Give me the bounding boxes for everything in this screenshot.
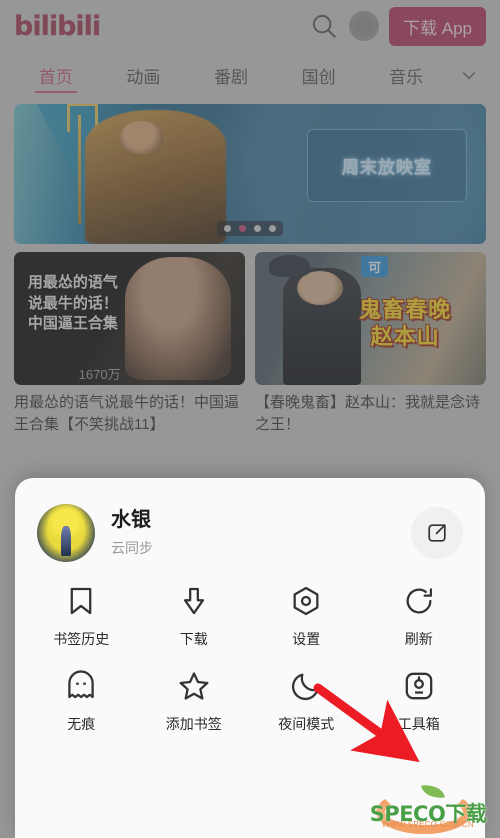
nav-tab-bangumi[interactable]: 番剧 xyxy=(187,52,275,98)
banner-title-plaque: 周末放映室 xyxy=(306,129,468,202)
profile-info: 水银 云同步 xyxy=(111,508,411,558)
video-title[interactable]: 【春晚鬼畜】赵本山：我就是念诗之王！ xyxy=(255,392,486,436)
user-avatar-image[interactable] xyxy=(37,504,95,562)
profile-sync-status: 云同步 xyxy=(111,540,153,556)
nav-active-underline xyxy=(34,91,77,93)
thumbnail-overlay-text: 鬼畜春晚 赵本山 xyxy=(359,297,452,350)
action-label: 下载 xyxy=(179,631,208,647)
carousel-dots[interactable] xyxy=(217,221,283,236)
video-title[interactable]: 用最怂的语气说最牛的话！中国逼王合集【不笑挑战11】 xyxy=(14,392,245,436)
toolbox-icon xyxy=(402,669,436,703)
chevron-down-icon[interactable] xyxy=(450,52,488,98)
promo-banner-carousel[interactable]: 周末放映室 xyxy=(14,104,486,244)
action-settings[interactable]: 设置 xyxy=(250,584,363,649)
video-thumbnail[interactable]: 用最怂的语气 说最牛的话！ 中国逼王合集 1670万 xyxy=(14,252,245,385)
carousel-dot[interactable] xyxy=(254,225,261,232)
nav-tab-label: 动画 xyxy=(126,67,161,87)
action-bookmark-history[interactable]: 书签历史 xyxy=(25,584,138,649)
refresh-icon xyxy=(402,584,436,618)
action-label: 书签历史 xyxy=(53,631,110,647)
action-label: 夜间模式 xyxy=(278,716,335,732)
action-add-bookmark[interactable]: 添加书签 xyxy=(138,669,251,734)
action-label: 工具箱 xyxy=(397,716,440,732)
video-grid: 用最怂的语气 说最牛的话！ 中国逼王合集 1670万 用最怂的语气说最牛的话！中国逼… xyxy=(14,252,486,436)
site-watermark: SPECO下载 WWW.SPECO.COM.CN xyxy=(360,782,494,836)
menu-action-grid: 书签历史 下载 设置 刷新 无痕 添加书签 夜间模式 工具箱 xyxy=(15,584,485,734)
nav-tab-home[interactable]: 首页 xyxy=(12,52,100,98)
nav-tab-music[interactable]: 音乐 xyxy=(362,52,450,98)
action-label: 刷新 xyxy=(404,631,433,647)
thumbnail-view-count: 1670万 xyxy=(78,367,121,382)
profile-name: 水银 xyxy=(111,509,151,531)
watermark-url: WWW.SPECO.COM.CN xyxy=(382,820,474,829)
profile-row[interactable]: 水银 云同步 xyxy=(15,478,485,562)
carousel-dot-active[interactable] xyxy=(239,225,246,232)
nav-tab-label: 音乐 xyxy=(389,67,424,87)
action-download[interactable]: 下载 xyxy=(138,584,251,649)
banner-character-head xyxy=(120,120,163,155)
trident-prop xyxy=(66,104,98,225)
action-refresh[interactable]: 刷新 xyxy=(363,584,476,649)
moon-icon xyxy=(289,669,323,703)
action-label: 添加书签 xyxy=(165,716,222,732)
nav-tab-anime[interactable]: 动画 xyxy=(100,52,188,98)
action-toolbox[interactable]: 工具箱 xyxy=(363,669,476,734)
incognito-ghost-icon xyxy=(64,669,98,703)
settings-icon xyxy=(289,584,323,618)
download-app-button[interactable]: 下载 App xyxy=(389,6,486,46)
bookmark-icon xyxy=(64,584,98,618)
thumbnail-subject-hat xyxy=(268,254,311,278)
search-icon[interactable] xyxy=(309,11,339,41)
nav-tab-label: 番剧 xyxy=(213,67,248,87)
video-card[interactable]: 可 鬼畜春晚 赵本山 【春晚鬼畜】赵本山：我就是念诗之王！ xyxy=(255,252,486,436)
action-incognito[interactable]: 无痕 xyxy=(25,669,138,734)
banner-title-text: 周末放映室 xyxy=(341,158,432,178)
nav-tab-guochuang[interactable]: 国创 xyxy=(275,52,363,98)
action-label: 设置 xyxy=(292,631,321,647)
action-night-mode[interactable]: 夜间模式 xyxy=(250,669,363,734)
thumbnail-badge: 可 xyxy=(361,255,389,277)
app-header: bilibili 下载 App xyxy=(0,0,500,52)
user-avatar-icon[interactable] xyxy=(349,11,380,41)
video-thumbnail[interactable]: 可 鬼畜春晚 赵本山 xyxy=(255,252,486,385)
nav-tab-label: 首页 xyxy=(38,67,73,87)
share-external-icon[interactable] xyxy=(411,507,463,559)
category-nav: 首页 动画 番剧 国创 音乐 xyxy=(0,52,500,98)
star-icon xyxy=(177,669,211,703)
bilibili-logo[interactable]: bilibili xyxy=(14,11,101,42)
carousel-dot[interactable] xyxy=(224,225,231,232)
carousel-dot[interactable] xyxy=(269,225,276,232)
action-label: 无痕 xyxy=(67,716,96,732)
thumbnail-overlay-text: 用最怂的语气 说最牛的话！ 中国逼王合集 xyxy=(27,274,118,332)
nav-tab-label: 国创 xyxy=(301,67,336,87)
download-icon xyxy=(177,584,211,618)
video-card[interactable]: 用最怂的语气 说最牛的话！ 中国逼王合集 1670万 用最怂的语气说最牛的话！中国逼… xyxy=(14,252,245,436)
